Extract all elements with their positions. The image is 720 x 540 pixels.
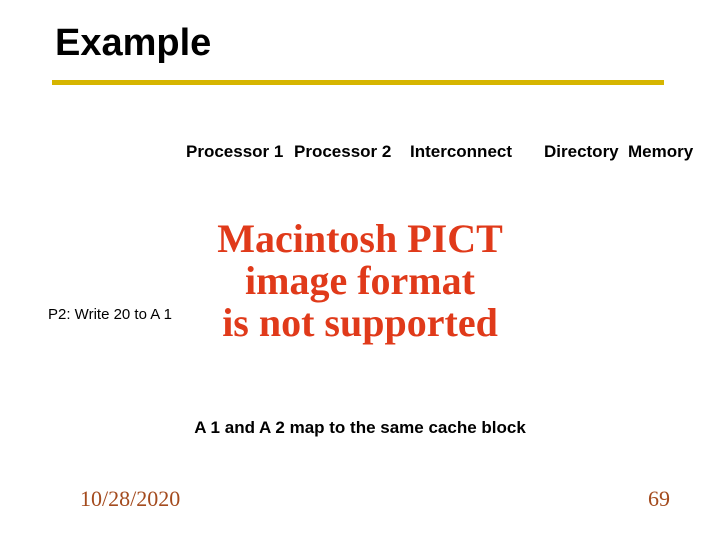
caption: A 1 and A 2 map to the same cache block [0, 418, 720, 438]
pict-error-message: Macintosh PICT image format is not suppo… [120, 218, 600, 344]
pict-error-line-3: is not supported [120, 302, 600, 344]
pict-error-line-2: image format [120, 260, 600, 302]
footer-page-number: 69 [648, 486, 670, 512]
slide-title: Example [55, 22, 211, 65]
row-label-p2-write: P2: Write 20 to A 1 [48, 306, 172, 323]
col-interconnect: Interconnect [410, 142, 512, 162]
col-memory: Memory [628, 142, 693, 162]
title-underline [52, 80, 664, 85]
col-processor-1: Processor 1 [186, 142, 283, 162]
col-directory: Directory [544, 142, 619, 162]
pict-error-line-1: Macintosh PICT [120, 218, 600, 260]
footer-date: 10/28/2020 [80, 486, 180, 512]
slide: Example Processor 1 Processor 2 Intercon… [0, 0, 720, 540]
col-processor-2: Processor 2 [294, 142, 391, 162]
